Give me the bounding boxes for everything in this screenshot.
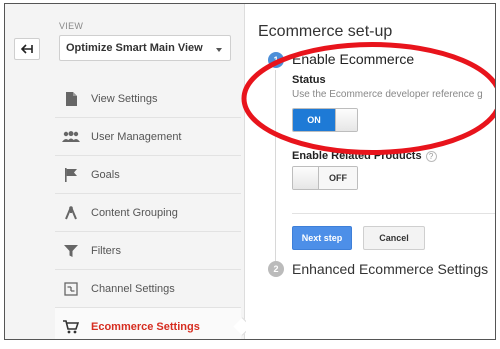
sidebar-item-ecommerce-settings[interactable]: Ecommerce Settings: [55, 308, 241, 339]
view-select-value: Optimize Smart Main View: [66, 42, 203, 54]
sidebar-item-user-management[interactable]: User Management: [55, 118, 241, 156]
sidebar-item-label: Filters: [91, 244, 121, 257]
window-frame: VIEW Optimize Smart Main View View Setti…: [4, 3, 496, 340]
admin-nav: View Settings User Management Goals Cont…: [55, 80, 241, 339]
sidebar-item-label: Goals: [91, 168, 120, 181]
toggle-off-label: OFF: [319, 167, 357, 189]
grouping-icon: [61, 205, 81, 221]
sidebar-item-filters[interactable]: Filters: [55, 232, 241, 270]
flag-icon: [61, 167, 81, 183]
users-icon: [61, 129, 81, 145]
step-2-title: Enhanced Ecommerce Settings: [292, 261, 489, 277]
back-button[interactable]: [14, 38, 40, 60]
step-connector: [275, 70, 276, 270]
cancel-button[interactable]: Cancel: [363, 226, 425, 250]
page-title: Ecommerce set-up: [258, 23, 393, 40]
view-label: VIEW: [59, 21, 84, 31]
document-icon: [61, 91, 81, 107]
sidebar-item-goals[interactable]: Goals: [55, 156, 241, 194]
sidebar-item-label: Channel Settings: [91, 282, 175, 295]
ecommerce-status-toggle[interactable]: ON: [292, 108, 358, 132]
sidebar-item-label: User Management: [91, 130, 182, 143]
help-icon[interactable]: ?: [425, 150, 437, 162]
filter-icon: [61, 243, 81, 259]
status-description: Use the Ecommerce developer reference g: [292, 89, 483, 100]
related-products-label: Enable Related Products?: [292, 150, 437, 162]
next-step-button[interactable]: Next step: [292, 226, 352, 250]
sidebar-item-channel-settings[interactable]: Channel Settings: [55, 270, 241, 308]
related-products-text: Enable Related Products: [292, 150, 422, 162]
sidebar-item-view-settings[interactable]: View Settings: [55, 80, 241, 118]
status-label: Status: [292, 74, 326, 86]
step-1-badge: 1: [268, 52, 284, 68]
back-arrow-icon: [21, 44, 33, 54]
sidebar-item-label: Content Grouping: [91, 206, 178, 219]
main-panel: Ecommerce set-up 1 Enable Ecommerce Stat…: [246, 4, 495, 339]
view-select[interactable]: Optimize Smart Main View: [59, 35, 231, 61]
sidebar-item-content-grouping[interactable]: Content Grouping: [55, 194, 241, 232]
sidebar-item-label: View Settings: [91, 92, 158, 105]
toggle-on-label: ON: [293, 109, 335, 131]
toggle-knob: [293, 167, 319, 189]
chevron-down-icon: [216, 48, 222, 52]
related-products-toggle[interactable]: OFF: [292, 166, 358, 190]
step-2-badge: 2: [268, 261, 284, 277]
divider: [292, 213, 495, 214]
sidebar-item-label: Ecommerce Settings: [91, 320, 200, 333]
channel-icon: [61, 281, 81, 297]
step-1-title: Enable Ecommerce: [292, 51, 415, 67]
admin-sidebar: VIEW Optimize Smart Main View View Setti…: [5, 4, 245, 339]
toggle-knob: [335, 109, 357, 131]
cart-icon: [61, 319, 81, 335]
